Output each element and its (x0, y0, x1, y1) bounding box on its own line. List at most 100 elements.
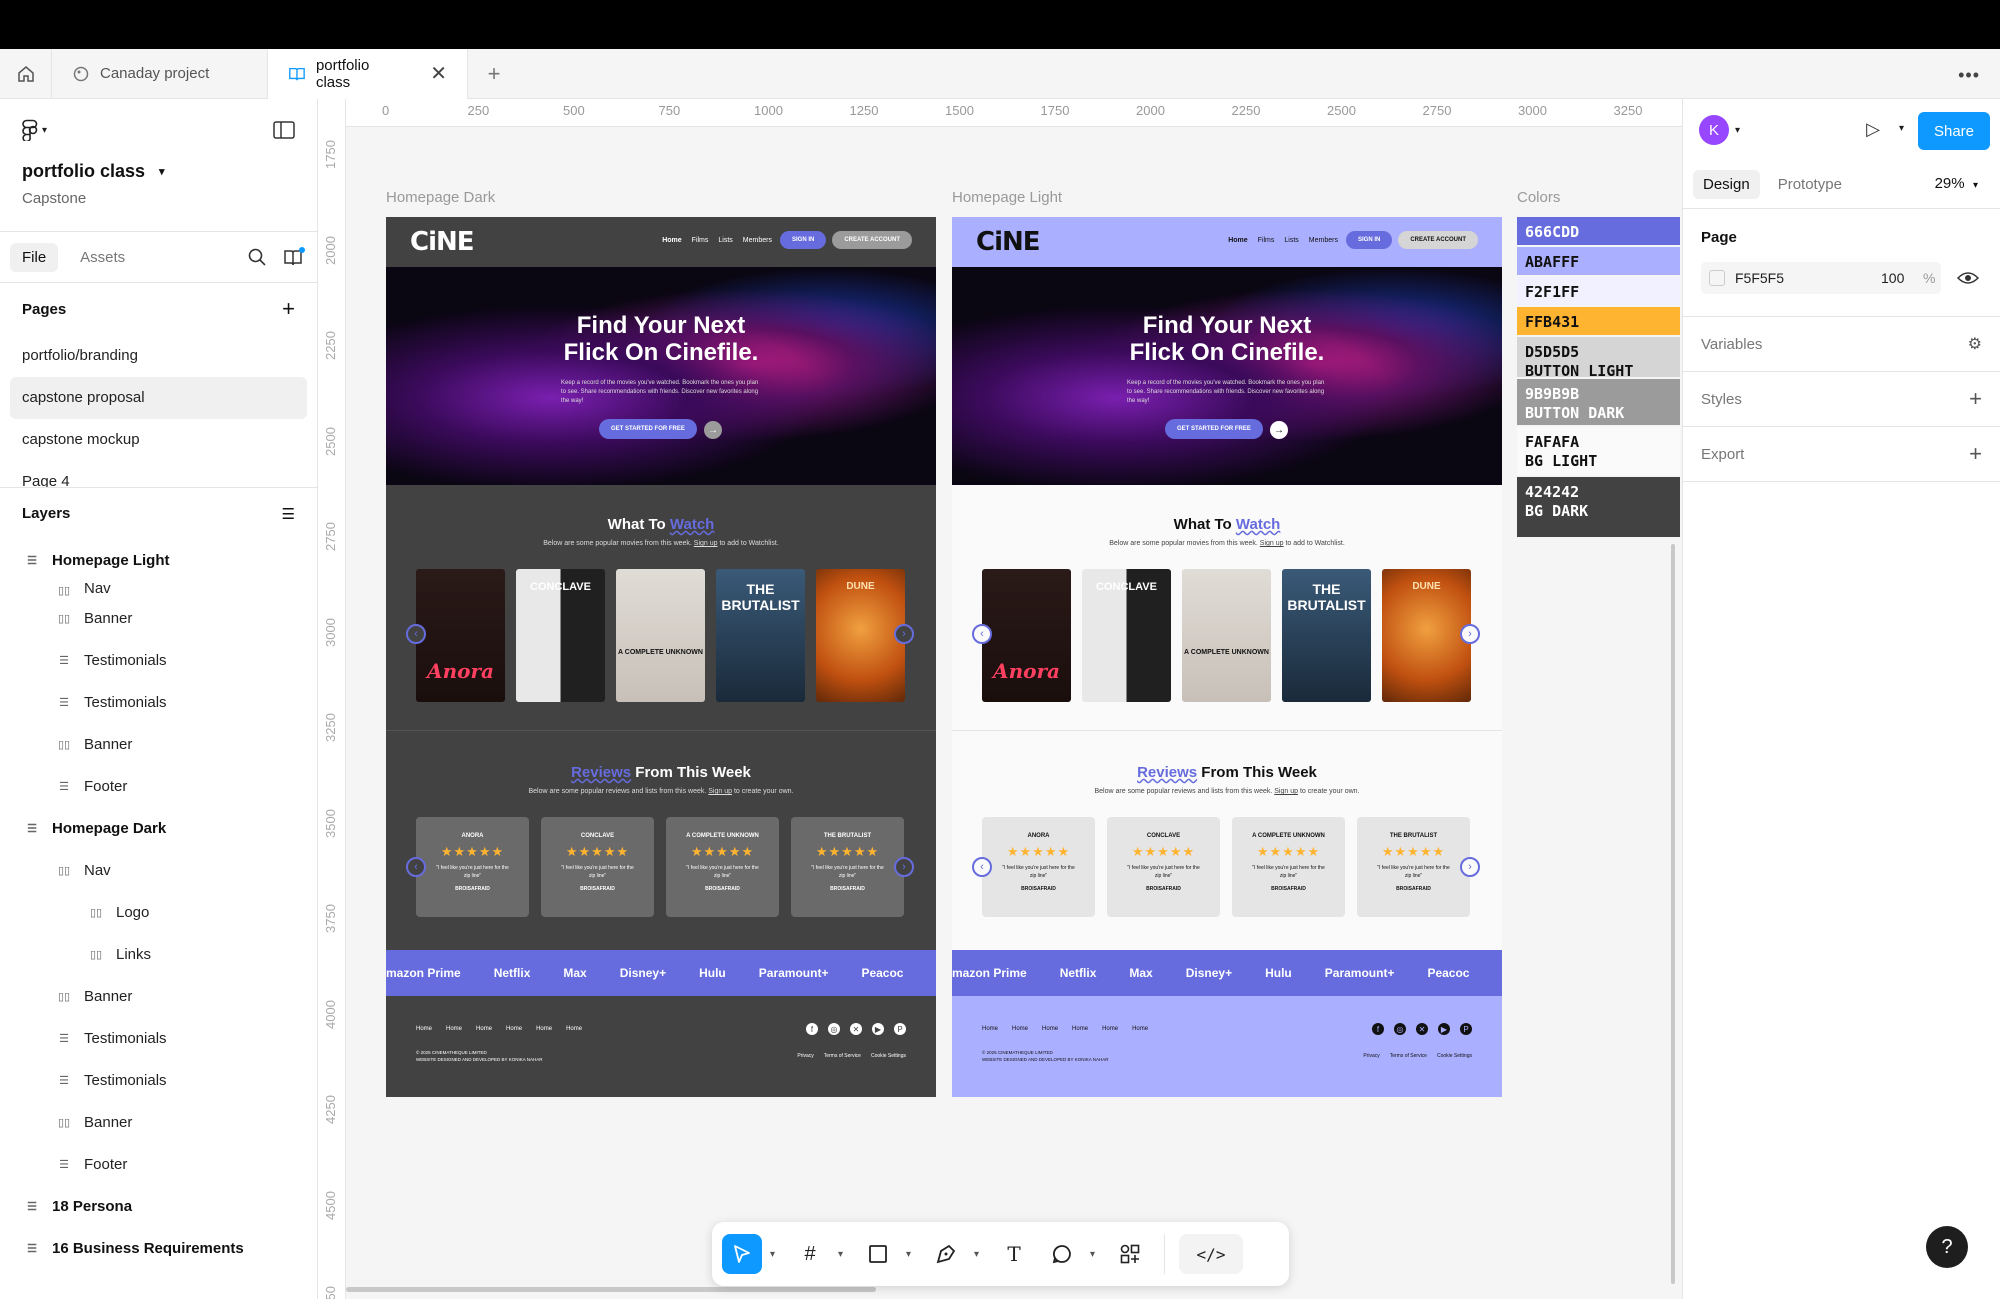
movie-poster[interactable]: DUNE (816, 569, 905, 702)
footer-link[interactable]: Home (536, 1026, 552, 1032)
zoom-level[interactable]: 29% ▾ (1935, 175, 1978, 192)
frame-tool[interactable]: # (790, 1234, 830, 1274)
avatar[interactable]: K (1699, 115, 1729, 145)
page-color-field[interactable]: F5F5F5 100 % (1701, 262, 1941, 294)
layer-row[interactable]: ▯▯ Banner (0, 975, 317, 1017)
text-tool[interactable]: T (994, 1234, 1034, 1274)
movie-poster[interactable]: Anora (982, 569, 1071, 702)
tab-prototype[interactable]: Prototype (1768, 170, 1852, 199)
shape-tool[interactable] (858, 1234, 898, 1274)
layer-row[interactable]: ▯▯ Banner (0, 597, 317, 639)
site-create-account-button[interactable]: CREATE ACCOUNT (1398, 231, 1478, 249)
arrow-right-icon[interactable]: → (1270, 421, 1288, 439)
layer-row[interactable]: ☰ Testimonials (0, 681, 317, 723)
layer-row[interactable]: ▯▯ Banner (0, 723, 317, 765)
page-item[interactable]: Page 4 (10, 461, 307, 487)
footer-link[interactable]: Home (506, 1026, 522, 1032)
pinterest-icon[interactable]: P (894, 1023, 906, 1035)
frame-label-light[interactable]: Homepage Light (952, 189, 1062, 206)
facebook-icon[interactable]: f (806, 1023, 818, 1035)
watch-signup-link[interactable]: Sign up (1260, 540, 1284, 547)
movie-poster[interactable]: A COMPLETE UNKNOWN (1182, 569, 1271, 702)
footer-link[interactable]: Home (1132, 1026, 1148, 1032)
site-nav-link[interactable]: Lists (716, 237, 734, 244)
tab-canaday-project[interactable]: Canaday project (52, 48, 268, 99)
carousel-next-icon[interactable]: › (894, 857, 914, 877)
arrow-right-icon[interactable]: → (704, 421, 722, 439)
movie-poster[interactable]: A COMPLETE UNKNOWN (616, 569, 705, 702)
site-nav-link[interactable]: Home (660, 237, 683, 244)
movie-poster[interactable]: DUNE (1382, 569, 1471, 702)
tab-assets[interactable]: Assets (68, 243, 137, 272)
layer-row[interactable]: ▯▯ Nav (0, 581, 317, 597)
actions-tool[interactable] (1110, 1234, 1150, 1274)
layer-row[interactable]: ▯▯ Links (0, 933, 317, 975)
layer-row[interactable]: ☰ 16 Business Requirements (0, 1227, 317, 1269)
page-item[interactable]: portfolio/branding (10, 335, 307, 377)
footer-link[interactable]: Home (1072, 1026, 1088, 1032)
library-icon[interactable] (283, 247, 305, 267)
movie-poster[interactable]: CONCLAVE (1082, 569, 1171, 702)
project-subtitle[interactable]: Capstone (22, 190, 295, 207)
chevron-down-icon[interactable]: ▾ (770, 1249, 782, 1260)
footer-link[interactable]: Home (476, 1026, 492, 1032)
page-item[interactable]: capstone proposal (10, 377, 307, 419)
carousel-prev-icon[interactable]: ‹ (406, 857, 426, 877)
site-logo[interactable]: CiNE (976, 227, 1041, 257)
color-swatch[interactable]: FFB431 (1517, 307, 1680, 335)
movie-poster[interactable]: THE BRUTALIST (716, 569, 805, 702)
site-sign-in-button[interactable]: SIGN IN (779, 231, 827, 249)
footer-link[interactable]: Home (446, 1026, 462, 1032)
homepage-dark-frame[interactable]: CiNE Home Films Lists Members SIGN IN CREATE A… (386, 217, 936, 1097)
carousel-next-icon[interactable]: › (1460, 624, 1480, 644)
styles-title[interactable]: Styles (1701, 391, 1742, 408)
footer-link[interactable]: Home (1042, 1026, 1058, 1032)
comment-tool[interactable] (1042, 1234, 1082, 1274)
site-sign-in-button[interactable]: SIGN IN (1345, 231, 1393, 249)
frame-label-colors[interactable]: Colors (1517, 189, 1560, 206)
eye-icon[interactable] (1957, 270, 1979, 286)
home-button[interactable] (0, 48, 52, 99)
color-swatch[interactable]: D5D5D5 BUTTON LIGHT (1517, 337, 1680, 380)
site-nav-link[interactable]: Films (1256, 237, 1277, 244)
carousel-next-icon[interactable]: › (894, 624, 914, 644)
twitter-icon[interactable]: ✕ (1416, 1023, 1428, 1035)
carousel-prev-icon[interactable]: ‹ (972, 857, 992, 877)
chevron-down-icon[interactable]: ▾ (838, 1249, 850, 1260)
toggle-sidebar-icon[interactable] (273, 121, 295, 139)
close-tab-icon[interactable]: ✕ (430, 61, 447, 86)
add-page-icon[interactable]: + (282, 296, 295, 322)
color-swatch[interactable]: 9B9B9B BUTTON DARK (1517, 379, 1680, 425)
layer-row[interactable]: ☰ Homepage Dark (0, 807, 317, 849)
review-card[interactable]: A COMPLETE UNKNOWN ★★★★★ "I feel like you'… (1232, 817, 1345, 917)
legal-link[interactable]: Cookie Settings (871, 1053, 906, 1059)
tab-design[interactable]: Design (1693, 170, 1760, 199)
share-button[interactable]: Share (1918, 112, 1990, 150)
pinterest-icon[interactable]: P (1460, 1023, 1472, 1035)
layer-row[interactable]: ☰ Testimonials (0, 1059, 317, 1101)
footer-link[interactable]: Home (982, 1026, 998, 1032)
legal-link[interactable]: Privacy (1363, 1053, 1379, 1059)
site-logo[interactable]: CiNE (410, 227, 475, 257)
project-title[interactable]: portfolio class ▾ (22, 161, 295, 182)
chevron-down-icon[interactable]: ▾ (1090, 1249, 1102, 1260)
chevron-down-icon[interactable]: ▾ (906, 1249, 918, 1260)
chevron-down-icon[interactable]: ▾ (1735, 125, 1740, 136)
watch-signup-link[interactable]: Sign up (694, 540, 718, 547)
move-tool[interactable] (722, 1234, 762, 1274)
vertical-scrollbar[interactable] (1671, 544, 1675, 1284)
more-options-icon[interactable]: ••• (1958, 65, 1980, 86)
site-nav-link[interactable]: Home (1226, 237, 1249, 244)
layer-row[interactable]: ☰ Footer (0, 765, 317, 807)
review-card[interactable]: ANORA ★★★★★ "I feel like you're just here … (982, 817, 1095, 917)
add-export-icon[interactable]: + (1969, 441, 1982, 467)
canvas[interactable]: 0 250 500 750 1000 1250 1500 1750 2000 2250 2500 27… (318, 99, 1682, 1299)
variables-title[interactable]: Variables (1701, 336, 1762, 353)
review-card[interactable]: THE BRUTALIST ★★★★★ "I feel like you're ju… (791, 817, 904, 917)
page-opacity-value[interactable]: 100 (1881, 270, 1904, 286)
reviews-signup-link[interactable]: Sign up (708, 788, 732, 795)
color-swatch[interactable]: 424242 BG DARK (1517, 477, 1680, 537)
layer-row[interactable]: ☰ Homepage Light (0, 539, 317, 581)
horizontal-scrollbar[interactable] (346, 1287, 876, 1292)
review-card[interactable]: CONCLAVE ★★★★★ "I feel like you're just he… (1107, 817, 1220, 917)
